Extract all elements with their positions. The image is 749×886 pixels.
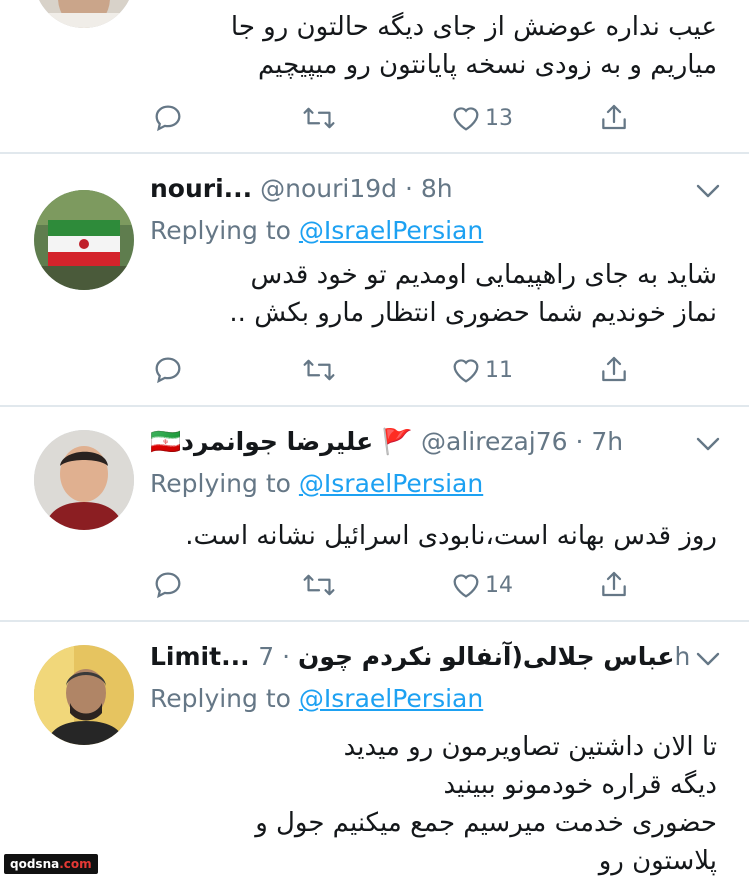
- retweet-icon: [303, 359, 335, 381]
- share-button[interactable]: [598, 350, 630, 390]
- share-button[interactable]: [598, 565, 630, 605]
- reply-button[interactable]: [152, 565, 184, 605]
- reply-bubble-icon: [155, 105, 181, 132]
- tweet-text: تا الان داشتین تصاویرمون رو میدید دیگه ق…: [255, 732, 717, 876]
- tweet-text: عیب نداره عوضش از جای دیگه حالتون رو جا …: [230, 12, 717, 80]
- tweet-header: nouri... @nouri19d · 8h: [150, 172, 453, 206]
- watermark-prefix: qodsna: [10, 857, 60, 871]
- retweet-icon: [303, 574, 335, 596]
- retweet-button[interactable]: [302, 98, 336, 138]
- replying-label: Replying to: [150, 216, 291, 245]
- mention-link[interactable]: @IsraelPersian: [299, 216, 483, 245]
- chevron-down-icon[interactable]: [696, 652, 720, 666]
- separator-dot: ·: [404, 174, 413, 203]
- display-name[interactable]: 🇮🇷علیرضا جوانمرد 🚩: [150, 427, 413, 456]
- like-button[interactable]: 13: [450, 98, 513, 138]
- retweet-button[interactable]: [302, 350, 336, 390]
- reply-bubble-icon: [155, 572, 181, 599]
- heart-icon: [453, 574, 479, 598]
- tweet-0[interactable]: عیب نداره عوضش از جای دیگه حالتون رو جا …: [0, 0, 749, 152]
- user-handle[interactable]: @nouri19d: [260, 174, 397, 203]
- replying-to: Replying to @IsraelPersian: [150, 214, 483, 248]
- mention-link[interactable]: @IsraelPersian: [299, 469, 483, 498]
- like-button[interactable]: 11: [450, 350, 513, 390]
- tweet-actions: 11: [0, 350, 749, 390]
- tweet-actions: 14: [0, 565, 749, 605]
- share-icon: [602, 571, 626, 597]
- share-icon: [602, 356, 626, 382]
- replying-to: Replying to @IsraelPersian: [150, 682, 483, 716]
- avatar[interactable]: [34, 190, 134, 290]
- share-button[interactable]: [598, 98, 630, 138]
- like-count: 14: [485, 572, 513, 598]
- like-button[interactable]: 14: [450, 565, 513, 605]
- replying-to: Replying to @IsraelPersian: [150, 467, 483, 501]
- retweet-icon: [303, 107, 335, 129]
- tweet-1[interactable]: nouri... @nouri19d · 8h Replying to @Isr…: [0, 154, 749, 405]
- reply-bubble-icon: [155, 357, 181, 384]
- separator-dot: ·: [575, 427, 584, 456]
- replying-label: Replying to: [150, 469, 291, 498]
- display-name[interactable]: Limit... عباس جلالی(آنفالو نکردم چون: [150, 642, 674, 671]
- chevron-down-icon[interactable]: [696, 437, 720, 451]
- heart-icon: [453, 359, 479, 383]
- tweet-header: 🇮🇷علیرضا جوانمرد 🚩 @alirezaj76 · 7h: [150, 425, 623, 459]
- tweet-2[interactable]: 🇮🇷علیرضا جوانمرد 🚩 @alirezaj76 · 7h Repl…: [0, 407, 749, 620]
- tweet-text: شاید به جای راهپیمایی اومدیم تو خود قدس …: [229, 260, 717, 328]
- chevron-down-icon[interactable]: [696, 184, 720, 198]
- reply-button[interactable]: [152, 98, 184, 138]
- tweet-header: Limit... عباس جلالی(آنفالو نکردم چون · 7…: [150, 640, 690, 674]
- display-name[interactable]: nouri...: [150, 174, 252, 203]
- share-icon: [602, 104, 626, 130]
- timestamp[interactable]: 7h: [591, 427, 623, 456]
- replying-label: Replying to: [150, 684, 291, 713]
- tweet-text: روز قدس بهانه است،نابودی اسرائیل نشانه ا…: [185, 521, 717, 551]
- tweet-3[interactable]: Limit... عباس جلالی(آنفالو نکردم چون · 7…: [0, 622, 749, 886]
- user-handle[interactable]: @alirezaj76: [421, 427, 568, 456]
- separator-dot: ·: [282, 642, 291, 671]
- avatar[interactable]: [34, 645, 134, 745]
- watermark-suffix: .com: [59, 857, 92, 871]
- watermark-logo: qodsna.com: [4, 854, 98, 874]
- like-count: 11: [485, 357, 513, 383]
- avatar[interactable]: [34, 0, 134, 28]
- heart-icon: [453, 107, 479, 131]
- tweet-actions: 13: [0, 98, 749, 138]
- timestamp[interactable]: 8h: [421, 174, 453, 203]
- retweet-button[interactable]: [302, 565, 336, 605]
- mention-link[interactable]: @IsraelPersian: [299, 684, 483, 713]
- avatar[interactable]: [34, 430, 134, 530]
- reply-button[interactable]: [152, 350, 184, 390]
- like-count: 13: [485, 105, 513, 131]
